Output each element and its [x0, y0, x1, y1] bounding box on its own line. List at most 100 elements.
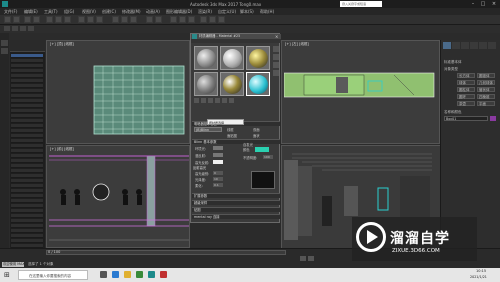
color-checkbox[interactable]: 颜色	[243, 147, 250, 152]
section-header[interactable]: 超级采样	[192, 200, 280, 205]
viewport-front[interactable]: [+] [前] [线框]	[46, 145, 190, 248]
rect-select-icon[interactable]	[64, 16, 71, 23]
section-header[interactable]: mental ray 连接	[192, 214, 280, 219]
material-slot[interactable]	[194, 46, 218, 70]
material-slot[interactable]	[220, 46, 244, 70]
list-item[interactable]	[11, 79, 43, 83]
list-item[interactable]	[11, 234, 43, 238]
get-material-icon[interactable]	[194, 98, 199, 103]
material-slot-active[interactable]	[246, 72, 270, 96]
list-item[interactable]	[11, 109, 43, 113]
minimize-icon[interactable]: –	[468, 1, 478, 7]
ribbon-tab-icon[interactable]	[28, 26, 34, 31]
opacity-input[interactable]: 100	[263, 155, 273, 159]
viewport-left[interactable]: [+] [左] [线框]	[281, 40, 440, 144]
material-editor-icon[interactable]	[188, 16, 195, 23]
list-item[interactable]	[11, 54, 43, 58]
list-item[interactable]	[11, 64, 43, 68]
geometry-type-select[interactable]: 标准基本体	[444, 60, 462, 65]
list-item[interactable]	[11, 139, 43, 143]
taskbar-search-input[interactable]: 在这里输入你要搜索的内容	[18, 270, 88, 280]
background-icon[interactable]	[273, 62, 279, 68]
unlink-icon[interactable]	[33, 16, 40, 23]
list-item[interactable]	[11, 99, 43, 103]
modify-tab-icon[interactable]	[452, 42, 460, 49]
undo-icon[interactable]	[4, 16, 11, 23]
backlight-icon[interactable]	[273, 54, 279, 60]
sample-type-icon[interactable]	[273, 46, 279, 52]
list-item[interactable]	[11, 159, 43, 163]
percent-snap-icon[interactable]	[130, 16, 137, 23]
windows-start-icon[interactable]: ⊞	[4, 271, 12, 279]
hierarchy-tab-icon[interactable]	[461, 42, 469, 49]
specular-level-input[interactable]: 0	[213, 171, 223, 175]
list-item[interactable]	[11, 144, 43, 148]
material-editor-dialog[interactable]: 材质编辑器 - Material #25 × 明暗器基本参数 (B)Blinn …	[190, 33, 281, 223]
render-setup-icon[interactable]	[200, 16, 207, 23]
geosphere-button[interactable]: 几何球体	[477, 80, 495, 85]
scale-icon[interactable]	[96, 16, 103, 23]
align-icon[interactable]	[155, 16, 162, 23]
cone-button[interactable]: 圆锥体	[477, 73, 495, 78]
app-logo-icon[interactable]	[2, 1, 8, 7]
list-item[interactable]	[11, 204, 43, 208]
redo-icon[interactable]	[13, 16, 20, 23]
3dsmax-taskbar-icon[interactable]	[148, 271, 155, 278]
list-item[interactable]	[11, 169, 43, 173]
maximize-icon[interactable]: □	[478, 1, 488, 7]
tube-button[interactable]: 管状体	[477, 87, 495, 92]
object-color-swatch[interactable]	[490, 116, 496, 121]
list-item[interactable]	[11, 89, 43, 93]
list-item[interactable]	[11, 114, 43, 118]
teapot-button[interactable]: 茶壶	[457, 101, 475, 106]
plane-button[interactable]: 平面	[477, 101, 495, 106]
list-item[interactable]	[11, 69, 43, 73]
section-header[interactable]: Blinn 基本参数	[192, 139, 280, 144]
scene-explorer[interactable]	[10, 52, 45, 252]
list-item[interactable]	[11, 224, 43, 228]
layer-icon[interactable]	[1, 48, 8, 54]
assign-material-icon[interactable]	[201, 98, 206, 103]
select-by-name-icon[interactable]	[55, 16, 62, 23]
list-item[interactable]	[11, 164, 43, 168]
utilities-tab-icon[interactable]	[488, 42, 496, 49]
list-item[interactable]	[11, 219, 43, 223]
list-item[interactable]	[11, 94, 43, 98]
make-unique-icon[interactable]	[215, 98, 220, 103]
mirror-icon[interactable]	[146, 16, 153, 23]
soften-input[interactable]: 0.1	[213, 183, 223, 187]
select-icon[interactable]	[46, 16, 53, 23]
shader-select[interactable]: (B)Blinn	[194, 127, 222, 132]
list-item[interactable]	[11, 59, 43, 63]
list-item[interactable]	[11, 174, 43, 178]
ribbon-tab-icon[interactable]	[20, 26, 26, 31]
material-slot[interactable]	[246, 46, 270, 70]
create-tab-icon[interactable]	[443, 42, 451, 49]
diffuse-swatch[interactable]	[213, 153, 223, 157]
maxscript-listener[interactable]: 欢迎使用 MAXSc	[2, 262, 24, 267]
two-sided-checkbox[interactable]: 双面	[253, 127, 260, 132]
motion-tab-icon[interactable]	[470, 42, 478, 49]
sphere-button[interactable]: 球体	[457, 80, 475, 85]
curve-editor-icon[interactable]	[170, 16, 177, 23]
cylinder-button[interactable]: 圆柱体	[457, 87, 475, 92]
list-item[interactable]	[11, 189, 43, 193]
list-item[interactable]	[11, 104, 43, 108]
list-item[interactable]	[11, 214, 43, 218]
render-icon[interactable]	[218, 16, 225, 23]
app-taskbar-icon[interactable]	[160, 271, 167, 278]
list-item[interactable]	[11, 194, 43, 198]
list-item[interactable]	[11, 184, 43, 188]
next-frame-icon[interactable]	[308, 256, 314, 261]
torus-button[interactable]: 圆环	[457, 94, 475, 99]
reset-map-icon[interactable]	[208, 98, 213, 103]
list-item[interactable]	[11, 124, 43, 128]
list-item[interactable]	[11, 209, 43, 213]
link-icon[interactable]	[24, 16, 31, 23]
specular-swatch[interactable]	[213, 160, 223, 164]
ambient-swatch[interactable]	[213, 146, 223, 150]
viewport-label[interactable]: [+] [左] [线框]	[285, 42, 309, 47]
edge-icon[interactable]	[112, 271, 119, 278]
list-item[interactable]	[11, 154, 43, 158]
time-slider[interactable]	[46, 250, 286, 255]
